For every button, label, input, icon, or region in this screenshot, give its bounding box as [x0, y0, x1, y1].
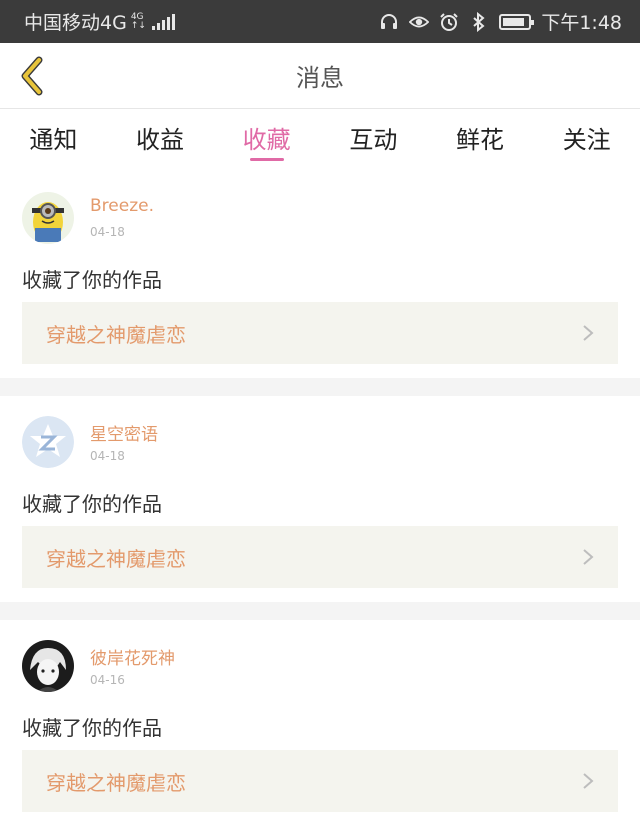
tab-earnings[interactable]: 收益 — [107, 110, 214, 170]
back-button[interactable] — [10, 53, 54, 99]
default-z-avatar[interactable] — [22, 416, 74, 468]
username[interactable]: 彼岸花死神 — [90, 644, 175, 669]
work-title: 穿越之神魔虐恋 — [46, 770, 186, 795]
alarm-icon — [439, 12, 459, 32]
username[interactable]: 星空密语 — [90, 420, 158, 445]
work-title: 穿越之神魔虐恋 — [46, 322, 186, 347]
username[interactable]: Breeze. — [90, 196, 154, 216]
active-tab-indicator — [249, 158, 284, 161]
card-separator — [0, 602, 640, 620]
chevron-left-icon — [21, 56, 43, 96]
message-date: 04-18 — [90, 225, 125, 239]
status-right: 下午1:48 — [379, 8, 622, 35]
battery-icon — [499, 13, 535, 30]
message-card: 星空密语 04-18 收藏了你的作品 穿越之神魔虐恋 — [0, 396, 640, 602]
status-left: 中国移动4G 4G ↑↓ — [24, 8, 175, 35]
work-link[interactable]: 穿越之神魔虐恋 — [22, 526, 618, 588]
tab-flowers[interactable]: 鲜花 — [427, 110, 534, 170]
tab-label: 鲜花 — [456, 126, 505, 154]
chevron-right-icon — [583, 549, 594, 565]
page-header: 消息 — [0, 43, 640, 109]
anime-boy-avatar[interactable] — [22, 640, 74, 692]
headphones-icon — [379, 12, 399, 32]
signal-icon — [151, 13, 175, 30]
eye-icon — [409, 12, 430, 32]
tab-label: 关注 — [562, 126, 611, 154]
work-link[interactable]: 穿越之神魔虐恋 — [22, 302, 618, 364]
tab-interactions[interactable]: 互动 — [320, 110, 427, 170]
tab-label: 收藏 — [242, 126, 291, 154]
work-link[interactable]: 穿越之神魔虐恋 — [22, 750, 618, 812]
chevron-right-icon — [583, 325, 594, 341]
tab-favorites[interactable]: 收藏 — [213, 110, 320, 170]
clock-time: 下午1:48 — [541, 12, 622, 34]
action-text: 收藏了你的作品 — [22, 268, 162, 292]
work-title: 穿越之神魔虐恋 — [46, 546, 186, 571]
message-date: 04-16 — [90, 673, 125, 687]
message-date: 04-18 — [90, 449, 125, 463]
minion-avatar[interactable] — [22, 192, 74, 244]
tab-label: 通知 — [29, 126, 78, 154]
tab-notifications[interactable]: 通知 — [0, 110, 107, 170]
action-text: 收藏了你的作品 — [22, 492, 162, 516]
tab-label: 互动 — [349, 126, 398, 154]
network-type-indicator: 4G ↑↓ — [130, 12, 146, 31]
tab-follows[interactable]: 关注 — [533, 110, 640, 170]
message-card: 彼岸花死神 04-16 收藏了你的作品 穿越之神魔虐恋 — [0, 620, 640, 826]
chevron-right-icon — [583, 773, 594, 789]
page-title: 消息 — [296, 64, 344, 92]
tab-bar: 通知 收益 收藏 互动 鲜花 关注 — [0, 110, 640, 170]
card-separator — [0, 378, 640, 396]
status-bar: 中国移动4G 4G ↑↓ 下午1:48 — [0, 0, 640, 43]
carrier-label: 中国移动4G — [24, 12, 127, 34]
bluetooth-icon — [469, 11, 489, 32]
tab-label: 收益 — [136, 126, 184, 154]
message-card: Breeze. 04-18 收藏了你的作品 穿越之神魔虐恋 — [0, 172, 640, 378]
action-text: 收藏了你的作品 — [22, 716, 162, 740]
network-activity-arrows: ↑↓ — [130, 20, 146, 31]
